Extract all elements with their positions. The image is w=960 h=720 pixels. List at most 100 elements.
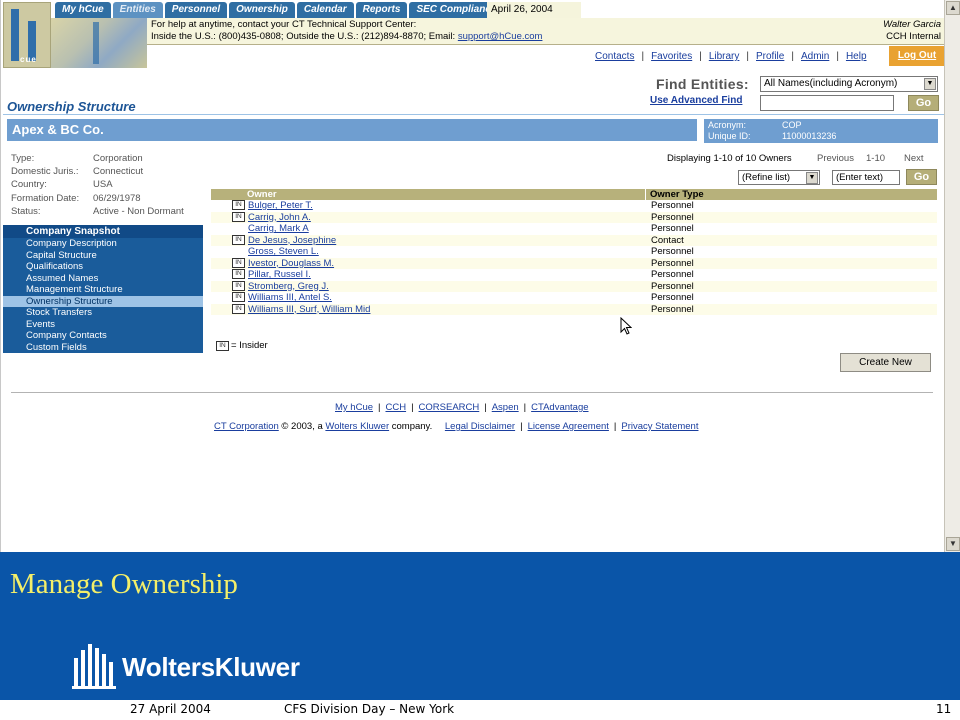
acronym-value: COP [782, 120, 802, 130]
dropdown-arrow-icon[interactable]: ▼ [924, 78, 936, 90]
legal-link-license-agreement[interactable]: License Agreement [528, 421, 609, 432]
logout-button[interactable]: Log Out [889, 46, 945, 66]
filter-text-input[interactable]: (Enter text) [832, 170, 900, 185]
link-separator: | [520, 421, 523, 432]
link-separator: | [641, 51, 645, 62]
owner-link[interactable]: Gross, Steven L. [248, 246, 319, 257]
tab-entities[interactable]: Entities [112, 2, 163, 18]
snapshot-item-company-contacts[interactable]: Company Contacts [3, 330, 203, 342]
insider-badge-icon: IN [232, 211, 245, 222]
snapshot-item-stock-transfers[interactable]: Stock Transfers [3, 307, 203, 319]
snapshot-item-capital-structure[interactable]: Capital Structure [3, 249, 203, 261]
owner-link[interactable]: Carrig, Mark A [248, 223, 309, 234]
scroll-up-icon[interactable]: ▲ [946, 1, 960, 15]
toplink-help[interactable]: Help [846, 51, 867, 62]
unique-id-label: Unique ID: [708, 131, 751, 141]
page-range: 1-10 [866, 153, 886, 164]
main-nav-tabs: My hCue Entities Personnel Ownership Calenda… [55, 2, 505, 18]
divider [11, 392, 933, 393]
scroll-down-icon[interactable]: ▼ [946, 537, 960, 551]
toplink-profile[interactable]: Profile [756, 51, 784, 62]
support-email-link[interactable]: support@hCue.com [458, 31, 543, 42]
create-new-button[interactable]: Create New [840, 353, 931, 372]
owner-cell: IN Williams III, Antel S. [211, 292, 646, 304]
owner-link[interactable]: Ivestor, Douglass M. [248, 258, 334, 269]
tab-personnel[interactable]: Personnel [164, 2, 228, 18]
divider [147, 44, 945, 45]
toplink-library[interactable]: Library [709, 51, 740, 62]
toplink-admin[interactable]: Admin [801, 51, 829, 62]
detail-value: Active - Non Dormant [93, 205, 184, 217]
snapshot-item-events[interactable]: Events [3, 318, 203, 330]
owner-cell: IN Stromberg, Greg J. [211, 280, 646, 293]
owner-link[interactable]: Williams III, Surf, William Mid [248, 304, 370, 315]
footer-link-cch[interactable]: CCH [385, 402, 406, 413]
link-separator: | [746, 51, 749, 62]
legal-link-legal-disclaimer[interactable]: Legal Disclaimer [445, 421, 515, 432]
owner-type-cell: Personnel [651, 269, 694, 280]
owner-cell: IN De Jesus, Josephine [211, 234, 646, 247]
toplink-favorites[interactable]: Favorites [651, 51, 692, 62]
owner-cell: IN Williams III, Surf, William Mid [211, 303, 646, 316]
tab-calendar[interactable]: Calendar [296, 2, 354, 18]
detail-row: Domestic Juris.: Connecticut [11, 165, 184, 178]
refine-list-select[interactable]: (Refine list) ▼ [738, 170, 820, 185]
footer-legal: CT Corporation © 2003, a Wolters Kluwer … [214, 421, 698, 432]
acronym-label: Acronym: [708, 120, 747, 130]
unique-id-row: Unique ID: 11000013236 [708, 131, 934, 142]
find-go-button[interactable]: Go [908, 95, 939, 111]
footer-link-my hcue[interactable]: My hCue [335, 402, 373, 413]
footer-link-corsearch[interactable]: CORSEARCH [419, 402, 480, 413]
snapshot-item-ownership-structure[interactable]: Ownership Structure [3, 295, 203, 307]
snapshot-item-management-structure[interactable]: Management Structure [3, 284, 203, 296]
dropdown-arrow-icon[interactable]: ▼ [806, 172, 818, 184]
help-phone-text: Inside the U.S.: (800)435-0808; Outside … [151, 31, 458, 42]
vertical-scrollbar[interactable]: ▲ ▼ [944, 0, 960, 552]
owner-link[interactable]: De Jesus, Josephine [248, 235, 336, 246]
ct-corporation-link[interactable]: CT Corporation [214, 421, 279, 432]
owner-link[interactable]: Bulger, Peter T. [248, 200, 313, 211]
legal-links: Legal Disclaimer | License Agreement | Priva… [432, 421, 699, 432]
footer-link-aspen[interactable]: Aspen [492, 402, 519, 413]
owner-type-column-header[interactable]: Owner Type [646, 189, 704, 200]
snapshot-item-assumed-names[interactable]: Assumed Names [3, 272, 203, 284]
advanced-find-link[interactable]: Use Advanced Find [650, 95, 742, 106]
copyright-text-end: company. [389, 421, 433, 432]
snapshot-item-custom-fields[interactable]: Custom Fields [3, 341, 203, 353]
find-scope-select[interactable]: All Names(including Acronym) ▼ [760, 76, 938, 92]
snapshot-item-qualifications[interactable]: Qualifications [3, 261, 203, 273]
owner-link[interactable]: Williams III, Antel S. [248, 292, 332, 303]
owner-cell: Gross, Steven L. [211, 246, 646, 258]
owner-column-header[interactable]: Owner [211, 189, 646, 200]
help-bar: For help at anytime, contact your CT Tec… [147, 18, 945, 44]
tab-reports[interactable]: Reports [355, 2, 408, 18]
owner-link[interactable]: Stromberg, Greg J. [248, 281, 329, 292]
owner-cell: Carrig, Mark A [211, 223, 646, 235]
table-row: IN Pillar, Russel I. Personnel [211, 269, 937, 281]
wolters-kluwer-link[interactable]: Wolters Kluwer [325, 421, 389, 432]
unique-id-value: 11000013236 [782, 131, 837, 141]
detail-row: Formation Date: 06/29/1978 [11, 192, 184, 205]
table-row: Carrig, Mark A Personnel [211, 223, 937, 235]
hcue-logo[interactable]: cue [3, 2, 51, 68]
detail-value: Corporation [93, 153, 143, 164]
toplink-contacts[interactable]: Contacts [595, 51, 634, 62]
owner-type-cell: Personnel [651, 246, 694, 257]
filter-go-button[interactable]: Go [906, 169, 937, 185]
previous-link[interactable]: Previous [817, 153, 854, 164]
utility-links: Contacts | Favorites | Library | Profile | Admin… [595, 51, 867, 62]
find-input[interactable] [760, 95, 894, 111]
legal-link-privacy-statement[interactable]: Privacy Statement [621, 421, 698, 432]
snapshot-item-company-description[interactable]: Company Description [3, 238, 203, 250]
entity-details: Type: Corporation Domestic Juris.: Connecti… [11, 152, 184, 218]
next-link[interactable]: Next [904, 153, 924, 164]
help-text: For help at anytime, contact your CT Tec… [151, 19, 417, 30]
link-spacer [437, 421, 440, 432]
owner-link[interactable]: Pillar, Russel I. [248, 269, 311, 280]
tab-ownership[interactable]: Ownership [229, 2, 295, 18]
detail-row: Type: Corporation [11, 152, 184, 165]
owner-link[interactable]: Carrig, John A. [248, 212, 311, 223]
detail-label: Country: [11, 179, 47, 191]
tab-my-hcue[interactable]: My hCue [55, 2, 111, 18]
footer-link-ctadvantage[interactable]: CTAdvantage [531, 402, 588, 413]
